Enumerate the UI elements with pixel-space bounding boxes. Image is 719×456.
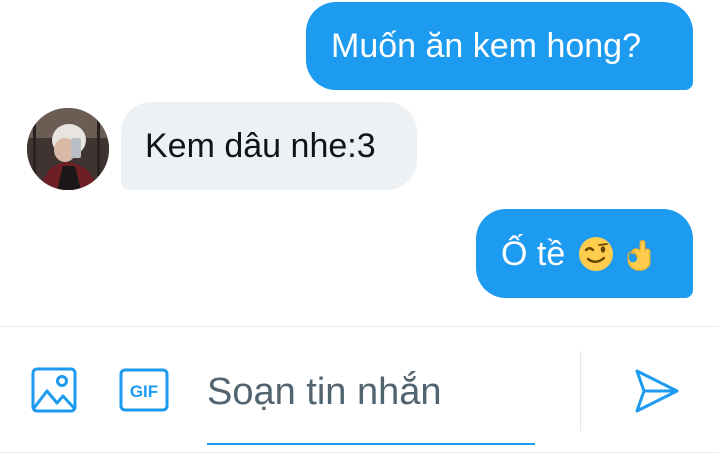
- send-divider: [580, 351, 581, 431]
- composer-divider: [0, 326, 719, 327]
- send-icon: [635, 369, 679, 413]
- message-text: Ố tề: [501, 234, 566, 273]
- message-text: Kem dâu nhe:3: [145, 127, 376, 165]
- incoming-message[interactable]: Kem dâu nhe:3: [121, 102, 417, 190]
- message-text: Muốn ăn kem hong?: [331, 27, 641, 65]
- send-button[interactable]: [632, 366, 682, 416]
- add-image-button[interactable]: [30, 366, 78, 414]
- outgoing-message[interactable]: Ố tề: [476, 209, 693, 298]
- bottom-divider: [0, 452, 719, 453]
- message-input[interactable]: [207, 362, 535, 422]
- ok-hand-emoji: [619, 235, 657, 273]
- image-icon: [31, 367, 77, 413]
- gif-icon: GIF: [119, 368, 169, 412]
- avatar[interactable]: [27, 108, 109, 190]
- input-underline: [207, 443, 535, 445]
- add-gif-button[interactable]: GIF: [118, 366, 170, 414]
- winking-face-emoji: [577, 235, 615, 273]
- avatar-image: [27, 108, 109, 190]
- outgoing-message[interactable]: Muốn ăn kem hong?: [306, 2, 693, 90]
- gif-label: GIF: [130, 382, 158, 401]
